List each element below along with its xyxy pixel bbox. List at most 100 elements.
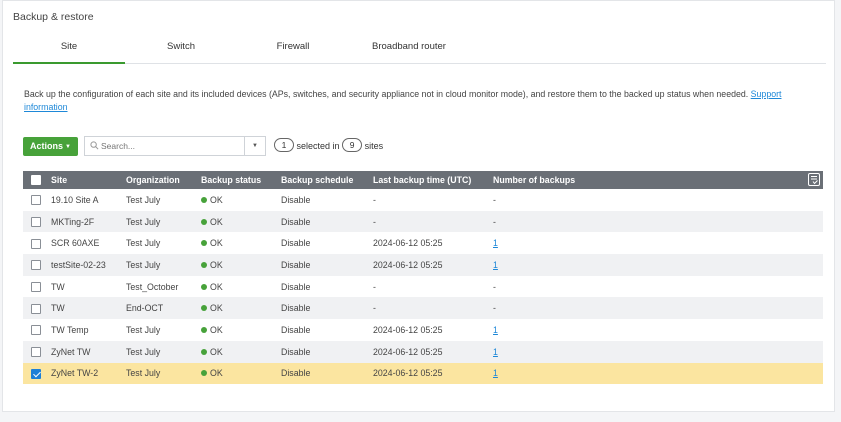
status-dot-icon bbox=[201, 348, 207, 355]
sites-text: sites bbox=[364, 141, 384, 151]
tab-firewall[interactable]: Firewall bbox=[237, 34, 349, 64]
select-all-checkbox[interactable] bbox=[31, 175, 41, 186]
column-header-last-backup-time[interactable]: Last backup time (UTC) bbox=[373, 171, 493, 189]
organization-cell: End-OCT bbox=[126, 303, 164, 314]
number-of-backups-cell: - bbox=[493, 303, 496, 314]
table-row[interactable]: 19.10 Site A Test July OK Disable - - bbox=[23, 189, 823, 211]
row-checkbox[interactable] bbox=[31, 346, 41, 357]
table-row[interactable]: TW Temp Test July OK Disable 2024-06-12 … bbox=[23, 319, 823, 341]
table-row[interactable]: TW Test_October OK Disable - - bbox=[23, 276, 823, 298]
status-text: OK bbox=[210, 238, 223, 249]
status-text: OK bbox=[210, 194, 223, 205]
column-header-number-of-backups[interactable]: Number of backups bbox=[493, 175, 575, 185]
backup-schedule-cell: Disable bbox=[281, 368, 311, 379]
backup-status-cell: OK bbox=[201, 276, 281, 298]
status-text: OK bbox=[210, 368, 223, 379]
selection-info: 1 selected in 9 sites bbox=[274, 138, 383, 154]
number-of-backups-cell: - bbox=[493, 216, 496, 227]
tab-switch[interactable]: Switch bbox=[125, 34, 237, 64]
table-row[interactable]: SCR 60AXE Test July OK Disable 2024-06-1… bbox=[23, 232, 823, 254]
header-select-all[interactable] bbox=[23, 171, 51, 189]
panel-title: Backup & restore bbox=[13, 11, 94, 23]
table-header-row: Site Organization Backup status Backup s… bbox=[23, 171, 823, 189]
actions-label: Actions bbox=[30, 141, 64, 151]
column-header-backup-schedule[interactable]: Backup schedule bbox=[281, 171, 373, 189]
backup-schedule-cell: Disable bbox=[281, 194, 311, 205]
backup-schedule-cell: Disable bbox=[281, 281, 311, 292]
table-row[interactable]: MKTing-2F Test July OK Disable - - bbox=[23, 210, 823, 233]
column-header-organization[interactable]: Organization bbox=[126, 171, 201, 189]
organization-cell: Test July bbox=[126, 216, 161, 227]
search-input[interactable] bbox=[101, 139, 241, 153]
last-backup-cell: - bbox=[373, 303, 376, 314]
tab-site[interactable]: Site bbox=[13, 34, 125, 64]
row-checkbox[interactable] bbox=[31, 281, 41, 292]
row-checkbox[interactable] bbox=[31, 303, 41, 314]
status-dot-icon bbox=[201, 196, 207, 203]
backup-schedule-cell: Disable bbox=[281, 346, 311, 357]
search-dropdown-button[interactable]: ▼ bbox=[244, 136, 266, 156]
description: Back up the configuration of each site a… bbox=[24, 88, 824, 114]
backup-status-cell: OK bbox=[201, 341, 281, 363]
status-dot-icon bbox=[201, 240, 207, 247]
backup-schedule-cell: Disable bbox=[281, 303, 311, 314]
last-backup-cell: 2024-06-12 05:25 bbox=[373, 324, 443, 335]
backup-count-link[interactable]: 1 bbox=[493, 325, 498, 335]
last-backup-cell: 2024-06-12 05:25 bbox=[373, 259, 443, 270]
status-dot-icon bbox=[201, 261, 207, 268]
column-settings-icon[interactable] bbox=[808, 173, 820, 186]
backup-status-cell: OK bbox=[201, 297, 281, 319]
row-checkbox[interactable] bbox=[31, 216, 41, 227]
backup-count-link[interactable]: 1 bbox=[493, 347, 498, 357]
row-checkbox[interactable] bbox=[31, 238, 41, 249]
row-checkbox[interactable] bbox=[31, 260, 41, 271]
status-dot-icon bbox=[201, 326, 207, 333]
status-text: OK bbox=[210, 281, 223, 292]
backup-count-link[interactable]: 1 bbox=[493, 368, 498, 378]
organization-cell: Test July bbox=[126, 324, 161, 335]
status-text: OK bbox=[210, 324, 223, 335]
table-row[interactable]: testSite-02-23 Test July OK Disable 2024… bbox=[23, 254, 823, 276]
number-of-backups-cell: 1 bbox=[493, 254, 823, 276]
row-checkbox[interactable] bbox=[31, 195, 41, 206]
organization-cell: Test July bbox=[126, 259, 161, 270]
number-of-backups-cell: - bbox=[493, 194, 496, 205]
search-icon bbox=[90, 141, 99, 150]
description-text: Back up the configuration of each site a… bbox=[24, 89, 749, 99]
toolbar: Actions▼ ▼ 1 selected in 9 sites bbox=[23, 136, 423, 156]
site-cell: TW bbox=[51, 303, 65, 314]
backup-status-cell: OK bbox=[201, 232, 281, 254]
actions-button[interactable]: Actions ▼ bbox=[23, 137, 78, 156]
last-backup-cell: - bbox=[373, 281, 376, 292]
status-dot-icon bbox=[201, 283, 207, 290]
sites-table: Site Organization Backup status Backup s… bbox=[23, 171, 823, 385]
last-backup-cell: 2024-06-12 05:25 bbox=[373, 368, 443, 379]
tab-broadband-router[interactable]: Broadband router bbox=[349, 34, 469, 64]
table-row[interactable]: ZyNet TW Test July OK Disable 2024-06-12… bbox=[23, 340, 823, 363]
row-checkbox[interactable] bbox=[31, 368, 41, 379]
row-checkbox[interactable] bbox=[31, 325, 41, 336]
organization-cell: Test July bbox=[126, 346, 161, 357]
backup-schedule-cell: Disable bbox=[281, 259, 311, 270]
organization-cell: Test July bbox=[126, 194, 161, 205]
last-backup-cell: 2024-06-12 05:25 bbox=[373, 346, 443, 357]
site-cell: ZyNet TW bbox=[51, 346, 91, 357]
status-dot-icon bbox=[201, 218, 207, 225]
table-row[interactable]: TW End-OCT OK Disable - - bbox=[23, 297, 823, 320]
last-backup-cell: - bbox=[373, 194, 376, 205]
column-header-site[interactable]: Site bbox=[51, 171, 126, 189]
status-text: OK bbox=[210, 259, 223, 270]
site-cell: 19.10 Site A bbox=[51, 194, 99, 205]
number-of-backups-cell: 1 bbox=[493, 319, 823, 341]
table-row[interactable]: ZyNet TW-2 Test July OK Disable 2024-06-… bbox=[23, 362, 823, 385]
site-cell: TW Temp bbox=[51, 324, 89, 335]
column-header-backup-status[interactable]: Backup status bbox=[201, 171, 281, 189]
site-cell: MKTing-2F bbox=[51, 216, 95, 227]
total-count: 9 bbox=[342, 138, 363, 152]
backup-count-link[interactable]: 1 bbox=[493, 260, 498, 270]
backup-status-cell: OK bbox=[201, 254, 281, 276]
status-text: OK bbox=[210, 303, 223, 314]
site-cell: TW bbox=[51, 281, 65, 292]
backup-count-link[interactable]: 1 bbox=[493, 238, 498, 248]
status-text: OK bbox=[210, 216, 223, 227]
